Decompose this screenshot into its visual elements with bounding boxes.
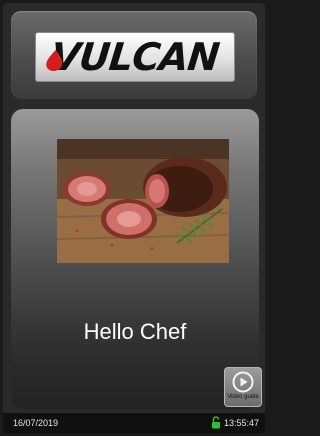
brand-text: VULCAN <box>48 35 222 79</box>
device-screen: VULCAN Hello Chef Video guide 16/07/2019… <box>3 3 265 433</box>
vulcan-logo: VULCAN <box>35 32 235 82</box>
time-display: 13:55:47 <box>223 418 259 428</box>
unlocked-padlock-icon[interactable] <box>211 416 221 429</box>
video-guide-label: Video guide <box>227 394 259 400</box>
home-panel: Hello Chef Video guide <box>11 109 262 409</box>
roast-beef-image <box>57 139 229 263</box>
vulcan-drop-icon <box>46 50 63 71</box>
date-display: 16/07/2019 <box>13 418 59 428</box>
status-bar: 16/07/2019 13:55:47 <box>3 413 265 433</box>
logo-bar: VULCAN <box>11 11 257 99</box>
video-guide-button[interactable]: Video guide <box>224 367 262 407</box>
play-icon <box>232 371 254 393</box>
greeting-text: Hello Chef <box>83 319 187 344</box>
brand-name: VULCAN <box>46 35 222 79</box>
food-illustration <box>57 139 229 263</box>
